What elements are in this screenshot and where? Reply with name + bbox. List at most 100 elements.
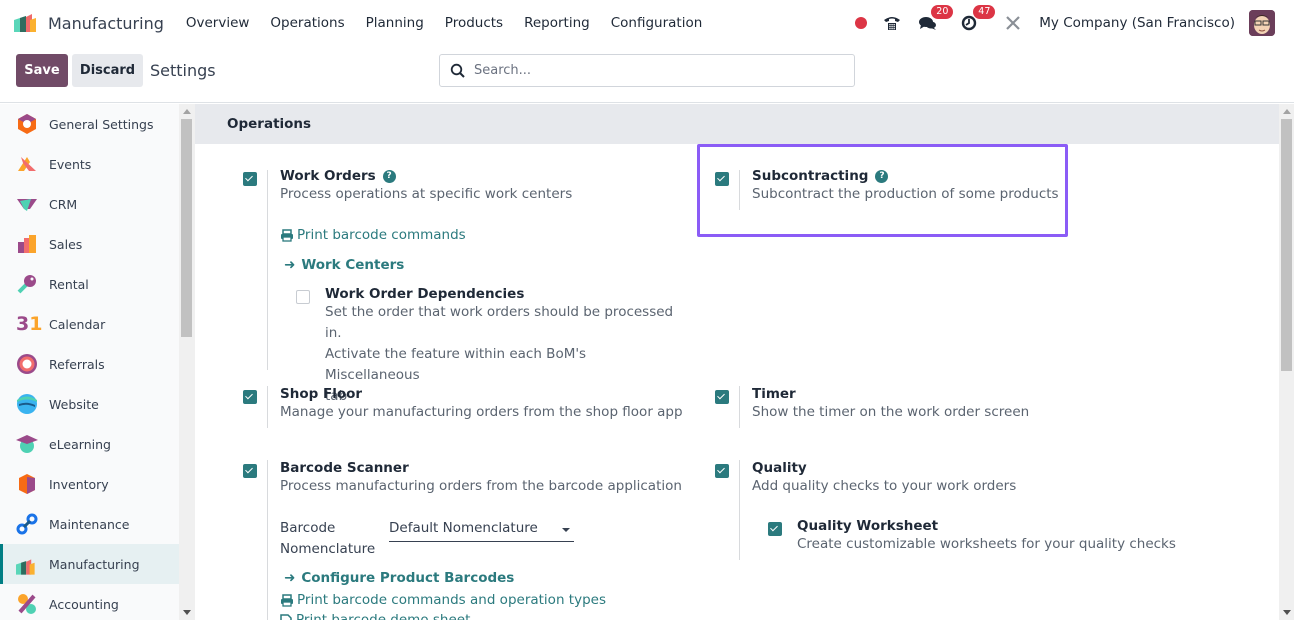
barcode-scanner-checkbox[interactable] [243,464,257,478]
setting-title: Shop Floor [280,386,363,402]
work-centers-link[interactable]: ➜ Work Centers [284,257,404,273]
work-orders-setting: Work Orders? Process operations at speci… [280,168,680,205]
recording-indicator-icon[interactable] [855,17,868,29]
save-button[interactable]: Save [16,54,68,87]
subcontracting-checkbox[interactable] [715,172,729,186]
setting-description: Process manufacturing orders from the ba… [280,478,682,494]
help-icon[interactable]: ? [382,169,396,183]
search-input[interactable] [474,63,834,78]
maintenance-icon [16,513,38,535]
elearning-icon [16,433,38,455]
calendar-icon: 31 [16,313,43,335]
quality-setting: Quality Add quality checks to your work … [752,460,1172,497]
setting-title: Timer [752,386,796,402]
divider [267,460,268,620]
quality-worksheet-checkbox[interactable] [768,522,782,536]
scroll-up-arrow-icon[interactable] [1283,109,1291,114]
barcode-nomenclature-select[interactable]: Default Nomenclature [389,520,574,542]
work-orders-checkbox[interactable] [243,172,257,186]
setting-description: Subcontract the production of some produ… [752,186,1059,202]
subcontracting-setting: Subcontracting? Subcontract the producti… [752,168,1072,205]
shop-floor-checkbox[interactable] [243,390,257,404]
sidebar-item-rental[interactable]: Rental [0,264,179,304]
search-box[interactable] [439,54,855,87]
sidebar-item-events[interactable]: Events [0,144,179,184]
menu-overview[interactable]: Overview [186,15,250,31]
quality-checkbox[interactable] [715,464,729,478]
printer-icon [281,593,293,607]
messages-button[interactable]: 20 [919,5,954,31]
setting-description: Add quality checks to your work orders [752,478,1017,494]
sidebar-item-general-settings[interactable]: General Settings [0,104,179,144]
debug-tools-icon[interactable] [1005,15,1021,31]
referrals-icon [16,353,38,375]
divider [739,386,740,428]
menu-reporting[interactable]: Reporting [524,15,590,31]
crm-icon [16,193,38,215]
sidebar-item-elearning[interactable]: eLearning [0,424,179,464]
setting-title: Work Orders [280,168,376,184]
setting-title: Quality Worksheet [797,518,939,534]
rental-icon [16,273,38,295]
setting-description: Create customizable worksheets for your … [797,536,1176,552]
scroll-down-arrow-icon[interactable] [183,610,191,615]
menu-operations[interactable]: Operations [270,15,344,31]
sidebar-item-maintenance[interactable]: Maintenance [0,504,179,544]
print-barcode-demo-sheet-link[interactable]: Print barcode demo sheet [280,612,470,620]
help-icon[interactable]: ? [875,169,889,183]
print-barcode-operation-types-link[interactable]: Print barcode commands and operation typ… [280,592,606,608]
arrow-right-icon: ➜ [284,570,296,586]
sidebar-item-manufacturing[interactable]: Manufacturing [0,544,179,584]
top-navbar: Manufacturing Overview Operations Planni… [0,0,1294,46]
sidebar-scroll-thumb[interactable] [181,119,192,337]
app-brand[interactable]: Manufacturing [14,14,186,33]
manufacturing-app-icon [14,14,40,32]
sidebar-item-accounting[interactable]: Accounting [0,584,179,620]
company-switcher[interactable]: My Company (San Francisco) [1039,15,1235,31]
main-scrollbar[interactable] [1279,104,1294,620]
work-order-dependencies-checkbox[interactable] [296,290,310,304]
sidebar-item-calendar[interactable]: 31 Calendar [0,304,179,344]
search-icon [450,63,465,78]
sidebar-item-crm[interactable]: CRM [0,184,179,224]
sidebar-item-inventory[interactable]: Inventory [0,464,179,504]
print-barcode-commands-link[interactable]: Print barcode commands [280,227,466,243]
timer-checkbox[interactable] [715,390,729,404]
arrow-right-icon: ➜ [284,257,296,273]
chevron-down-icon [562,528,570,532]
menu-planning[interactable]: Planning [366,15,424,31]
manufacturing-icon [16,553,38,575]
main-scroll-thumb[interactable] [1281,119,1292,371]
menu-products[interactable]: Products [445,15,503,31]
scroll-down-arrow-icon[interactable] [1283,610,1291,615]
setting-title: Barcode Scanner [280,460,409,476]
printer-icon [281,228,293,242]
accounting-icon [16,593,38,615]
activities-count-badge: 47 [973,5,996,19]
divider [739,170,740,210]
scroll-up-arrow-icon[interactable] [183,109,191,114]
setting-description: Manage your manufacturing orders from th… [280,404,683,420]
divider [267,386,268,428]
quality-worksheet-setting: Quality Worksheet Create customizable wo… [797,518,1197,555]
setting-description-line: Activate the feature within each BoM's M… [325,346,587,383]
sidebar-item-referrals[interactable]: Referrals [0,344,179,384]
user-avatar[interactable] [1249,10,1275,36]
sidebar-scrollbar[interactable] [179,104,195,620]
sidebar-item-sales[interactable]: Sales [0,224,179,264]
general-settings-icon [16,113,38,135]
phone-icon[interactable] [883,15,901,31]
events-icon [16,153,38,175]
barcode-nomenclature-label: Barcode Nomenclature [280,520,376,557]
barcode-scanner-setting: Barcode Scanner Process manufacturing or… [280,460,700,497]
divider [739,460,740,560]
section-title: Operations [195,104,1279,144]
discard-button[interactable]: Discard [72,54,143,87]
menu-configuration[interactable]: Configuration [611,15,703,31]
configure-product-barcodes-link[interactable]: ➜ Configure Product Barcodes [284,570,514,586]
settings-sidebar: General Settings Events CRM Sales Rental… [0,104,179,620]
sidebar-item-website[interactable]: Website [0,384,179,424]
timer-setting: Timer Show the timer on the work order s… [752,386,1152,423]
activities-button[interactable]: 47 [961,5,996,31]
shop-floor-setting: Shop Floor Manage your manufacturing ord… [280,386,700,423]
